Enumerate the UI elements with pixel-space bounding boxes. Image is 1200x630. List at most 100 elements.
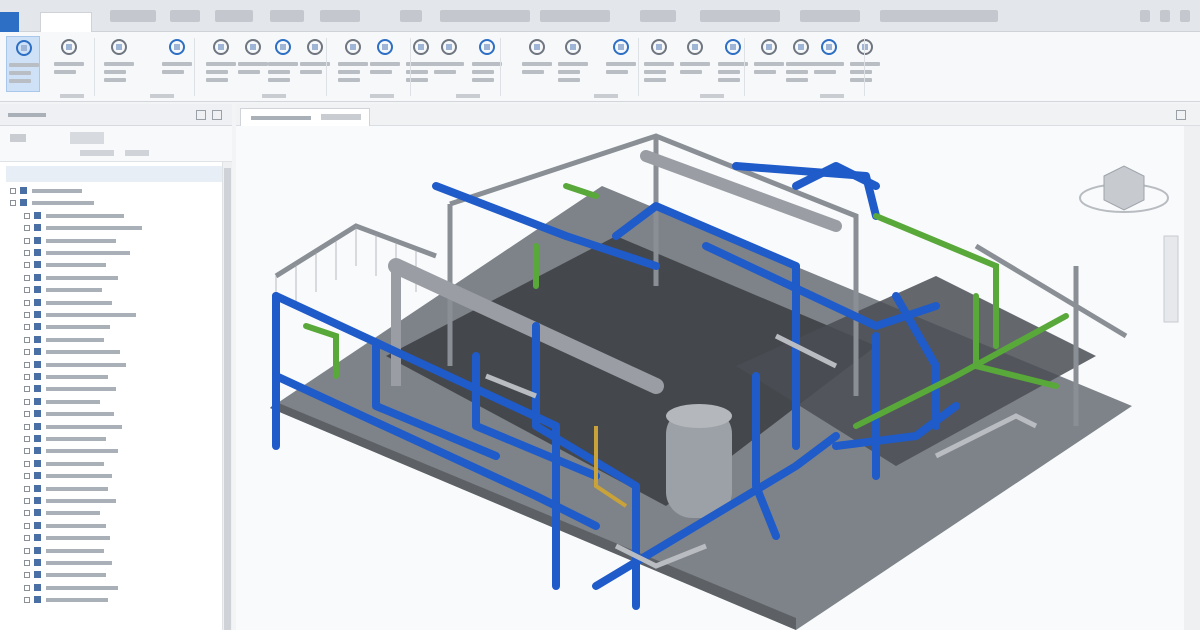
flange-button[interactable] bbox=[556, 36, 590, 92]
expand-icon[interactable] bbox=[24, 547, 30, 554]
tree-item[interactable] bbox=[24, 496, 224, 506]
navigation-bar[interactable] bbox=[1163, 235, 1179, 323]
tree-item[interactable] bbox=[24, 360, 224, 370]
tree-item[interactable] bbox=[24, 459, 224, 469]
panel-tab-b[interactable] bbox=[125, 150, 149, 156]
ribbon-tab-piping[interactable] bbox=[700, 10, 780, 22]
bell-button[interactable] bbox=[52, 36, 86, 92]
expand-icon[interactable] bbox=[24, 535, 30, 542]
expand-icon[interactable] bbox=[24, 374, 30, 380]
expand-icon[interactable] bbox=[24, 473, 30, 480]
ribbon-tab-output[interactable] bbox=[320, 10, 360, 22]
expand-icon[interactable] bbox=[24, 299, 30, 306]
ribbon-tab-addins[interactable] bbox=[400, 10, 422, 22]
tree-item[interactable] bbox=[24, 223, 224, 233]
section-button[interactable] bbox=[812, 36, 846, 92]
panel-tab-a[interactable] bbox=[80, 150, 114, 156]
instrument-button[interactable] bbox=[604, 36, 638, 92]
expand-icon[interactable] bbox=[24, 411, 30, 418]
pipe-button[interactable] bbox=[102, 36, 136, 92]
expand-icon[interactable] bbox=[24, 398, 30, 405]
expand-icon[interactable] bbox=[24, 287, 30, 294]
expand-icon[interactable] bbox=[24, 522, 30, 529]
close-button[interactable] bbox=[1180, 10, 1190, 22]
route-button[interactable] bbox=[432, 36, 466, 92]
expand-icon[interactable] bbox=[24, 597, 30, 604]
expand-icon[interactable] bbox=[24, 336, 30, 343]
expand-icon[interactable] bbox=[24, 212, 30, 219]
tree-item[interactable] bbox=[24, 298, 224, 308]
tree-item[interactable] bbox=[24, 260, 224, 270]
tag-button[interactable] bbox=[678, 36, 712, 92]
tee-button[interactable] bbox=[520, 36, 554, 92]
tool-button[interactable] bbox=[848, 36, 882, 92]
gauge-button[interactable] bbox=[642, 36, 676, 92]
tree-item[interactable] bbox=[24, 372, 224, 382]
tree-item[interactable] bbox=[24, 273, 224, 283]
ribbon-tab-structure[interactable] bbox=[800, 10, 860, 22]
maximize-button[interactable] bbox=[1160, 10, 1170, 22]
viewcube-cube[interactable] bbox=[1103, 165, 1145, 211]
select-button[interactable] bbox=[6, 36, 40, 92]
panel-pin-icon[interactable] bbox=[196, 110, 206, 120]
tree-item[interactable] bbox=[24, 248, 224, 258]
tree-item[interactable] bbox=[10, 186, 210, 196]
expand-icon[interactable] bbox=[24, 361, 30, 368]
minimize-button[interactable] bbox=[1140, 10, 1150, 22]
expand-icon[interactable] bbox=[24, 485, 30, 492]
tree-item[interactable] bbox=[24, 335, 224, 345]
structure-button[interactable] bbox=[266, 36, 300, 92]
tree-item[interactable] bbox=[24, 384, 224, 394]
tree-item[interactable] bbox=[24, 322, 224, 332]
expand-icon[interactable] bbox=[24, 250, 30, 256]
expand-icon[interactable] bbox=[24, 460, 30, 467]
valve-button[interactable] bbox=[160, 36, 194, 92]
tree-item[interactable] bbox=[24, 446, 224, 456]
tree-item[interactable] bbox=[24, 236, 224, 246]
tree-item[interactable] bbox=[24, 521, 224, 531]
expand-icon[interactable] bbox=[24, 324, 30, 331]
viewport-tab-controls[interactable] bbox=[321, 114, 361, 120]
model-viewport[interactable] bbox=[236, 104, 1200, 630]
ribbon-tab-view[interactable] bbox=[215, 10, 253, 22]
viewport-close-icon[interactable] bbox=[1176, 110, 1186, 120]
tree-item[interactable] bbox=[24, 409, 224, 419]
expand-icon[interactable] bbox=[24, 498, 30, 504]
tree-item[interactable] bbox=[24, 422, 224, 432]
ribbon-tab-manage[interactable] bbox=[270, 10, 304, 22]
tree-item[interactable] bbox=[10, 198, 210, 208]
panel-scrollbar[interactable] bbox=[222, 162, 232, 630]
tree-item[interactable] bbox=[24, 570, 224, 580]
expand-icon[interactable] bbox=[10, 200, 16, 207]
expand-icon[interactable] bbox=[24, 349, 30, 356]
viewcube-icon[interactable] bbox=[1079, 165, 1169, 213]
tree-item[interactable] bbox=[24, 595, 224, 605]
tree-root[interactable] bbox=[6, 166, 226, 182]
panel-scrollbar-thumb[interactable] bbox=[224, 168, 231, 630]
ribbon-tab-plant[interactable] bbox=[640, 10, 676, 22]
fitting-button[interactable] bbox=[204, 36, 238, 92]
expand-icon[interactable] bbox=[24, 448, 30, 455]
expand-icon[interactable] bbox=[24, 262, 30, 269]
ribbon-tab-express[interactable] bbox=[540, 10, 610, 22]
ladder-button[interactable] bbox=[336, 36, 370, 92]
tree-item[interactable] bbox=[24, 533, 224, 543]
tree-item[interactable] bbox=[24, 434, 224, 444]
tree-item[interactable] bbox=[24, 471, 224, 481]
expand-icon[interactable] bbox=[24, 237, 30, 244]
expand-icon[interactable] bbox=[24, 572, 30, 579]
iso-button[interactable] bbox=[752, 36, 786, 92]
viewport-scrollbar[interactable] bbox=[1184, 126, 1200, 630]
tree-item[interactable] bbox=[24, 546, 224, 556]
expand-icon[interactable] bbox=[24, 225, 30, 232]
expand-icon[interactable] bbox=[24, 386, 30, 393]
tree-item[interactable] bbox=[24, 347, 224, 357]
panel-dropdown[interactable] bbox=[70, 132, 104, 144]
expand-icon[interactable] bbox=[24, 584, 30, 591]
expand-icon[interactable] bbox=[24, 510, 30, 517]
expand-icon[interactable] bbox=[24, 423, 30, 430]
expand-icon[interactable] bbox=[24, 274, 30, 281]
ribbon-tab-annotate[interactable] bbox=[170, 10, 200, 22]
elbow-button[interactable] bbox=[470, 36, 504, 92]
tree-item[interactable] bbox=[24, 508, 224, 518]
